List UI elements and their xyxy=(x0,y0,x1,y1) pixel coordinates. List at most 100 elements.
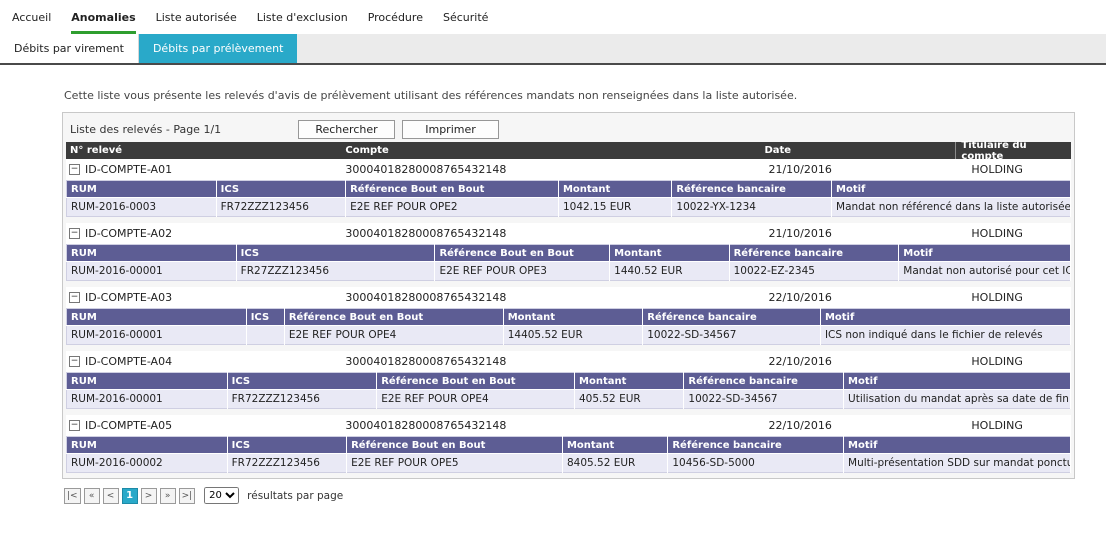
nav-item-liste-autorisee[interactable]: Liste autorisée xyxy=(156,11,237,34)
operation-row: RUM-2016-0003 FR72ZZZ123456 E2E REF POUR… xyxy=(67,198,1071,217)
subheader-montant: Montant xyxy=(575,373,684,390)
e2e-value: E2E REF POUR OPE4 xyxy=(377,390,575,409)
rum-value: RUM-2016-00001 xyxy=(67,326,247,345)
next-page-button[interactable]: > xyxy=(141,488,157,504)
operation-row: RUM-2016-00002 FR72ZZZ123456 E2E REF POU… xyxy=(67,454,1071,473)
nav-item-procedure[interactable]: Procédure xyxy=(368,11,423,34)
subheader-motif: Motif xyxy=(844,373,1071,390)
subheader-montant: Montant xyxy=(558,181,671,198)
ref-bancaire-value: 10022-SD-34567 xyxy=(684,390,844,409)
releve-group: − ID-COMPTE-A03 30004018280008765432148 … xyxy=(66,287,1071,345)
collapse-icon[interactable]: − xyxy=(69,228,80,239)
per-page-label: résultats par page xyxy=(247,490,343,502)
subheader-montant: Montant xyxy=(562,437,667,454)
motif-value: Mandat non référencé dans la liste autor… xyxy=(832,198,1071,217)
releves-panel: Liste des relevés - Page 1/1 Rechercher … xyxy=(62,112,1075,479)
montant-value: 405.52 EUR xyxy=(575,390,684,409)
subheader-ics: ICS xyxy=(227,373,377,390)
e2e-value: E2E REF POUR OPE3 xyxy=(435,262,610,281)
releve-group-row: − ID-COMPTE-A05 30004018280008765432148 … xyxy=(66,415,1071,436)
compte-value: 30004018280008765432148 xyxy=(345,355,764,368)
subtable-header-row: RUM ICS Référence Bout en Bout Montant R… xyxy=(67,181,1071,198)
operations-subtable: RUM ICS Référence Bout en Bout Montant R… xyxy=(66,308,1071,345)
nav-item-anomalies[interactable]: Anomalies xyxy=(71,11,135,34)
tab-debits-par-prelevement[interactable]: Débits par prélèvement xyxy=(139,34,297,63)
operation-row: RUM-2016-00001 FR27ZZZ123456 E2E REF POU… xyxy=(67,262,1071,281)
date-value: 22/10/2016 xyxy=(764,355,955,368)
releve-group: − ID-COMPTE-A05 30004018280008765432148 … xyxy=(66,415,1071,473)
fast-prev-page-button[interactable]: « xyxy=(84,488,100,504)
motif-value: ICS non indiqué dans le fichier de relev… xyxy=(820,326,1070,345)
subtable-header-row: RUM ICS Référence Bout en Bout Montant R… xyxy=(67,437,1071,454)
subtable-header-row: RUM ICS Référence Bout en Bout Montant R… xyxy=(67,373,1071,390)
search-button[interactable]: Rechercher xyxy=(298,120,395,139)
subheader-e2e: Référence Bout en Bout xyxy=(284,309,503,326)
collapse-icon[interactable]: − xyxy=(69,164,80,175)
releve-group: − ID-COMPTE-A01 30004018280008765432148 … xyxy=(66,159,1071,217)
montant-value: 8405.52 EUR xyxy=(562,454,667,473)
collapse-icon[interactable]: − xyxy=(69,292,80,303)
nav-item-securite[interactable]: Sécurité xyxy=(443,11,488,34)
tab-debits-par-virement[interactable]: Débits par virement xyxy=(0,34,139,63)
subheader-motif: Motif xyxy=(832,181,1071,198)
e2e-value: E2E REF POUR OPE5 xyxy=(347,454,563,473)
subheader-ics: ICS xyxy=(227,437,346,454)
subheader-ics: ICS xyxy=(246,309,284,326)
nav-item-liste-exclusion[interactable]: Liste d'exclusion xyxy=(257,11,348,34)
header-numero-releve: N° relevé xyxy=(66,142,345,159)
subheader-motif: Motif xyxy=(820,309,1070,326)
titulaire-value: HOLDING xyxy=(955,291,1071,304)
collapse-icon[interactable]: − xyxy=(69,420,80,431)
header-date: Date xyxy=(764,142,955,159)
results-per-page-select[interactable]: 20 xyxy=(204,487,239,504)
subheader-ref-bancaire: Référence bancaire xyxy=(729,245,899,262)
montant-value: 1440.52 EUR xyxy=(610,262,729,281)
first-page-button[interactable]: |< xyxy=(64,488,81,504)
compte-value: 30004018280008765432148 xyxy=(345,163,764,176)
collapse-icon[interactable]: − xyxy=(69,356,80,367)
releve-id: ID-COMPTE-A01 xyxy=(85,163,172,176)
subheader-e2e: Référence Bout en Bout xyxy=(347,437,563,454)
releve-group-row: − ID-COMPTE-A02 30004018280008765432148 … xyxy=(66,223,1071,244)
e2e-value: E2E REF POUR OPE4 xyxy=(284,326,503,345)
prev-page-button[interactable]: < xyxy=(103,488,119,504)
titulaire-value: HOLDING xyxy=(955,355,1071,368)
releve-group-row: − ID-COMPTE-A01 30004018280008765432148 … xyxy=(66,159,1071,180)
subheader-ics: ICS xyxy=(216,181,346,198)
subheader-e2e: Référence Bout en Bout xyxy=(377,373,575,390)
releves-table-header: N° relevé Compte Date Titulaire du compt… xyxy=(66,142,1071,159)
releve-group: − ID-COMPTE-A04 30004018280008765432148 … xyxy=(66,351,1071,409)
subtable-header-row: RUM ICS Référence Bout en Bout Montant R… xyxy=(67,245,1071,262)
operation-row: RUM-2016-00001 FR72ZZZ123456 E2E REF POU… xyxy=(67,390,1071,409)
list-title: Liste des relevés - Page 1/1 xyxy=(70,123,298,136)
ref-bancaire-value: 10022-SD-34567 xyxy=(643,326,821,345)
pagination: |< « < 1 > » >| 20 résultats par page xyxy=(64,487,1075,504)
fast-next-page-button[interactable]: » xyxy=(160,488,176,504)
operations-subtable: RUM ICS Référence Bout en Bout Montant R… xyxy=(66,244,1071,281)
last-page-button[interactable]: >| xyxy=(179,488,196,504)
subheader-ics: ICS xyxy=(236,245,435,262)
motif-value: Utilisation du mandat après sa date de f… xyxy=(844,390,1071,409)
date-value: 22/10/2016 xyxy=(764,291,955,304)
print-button[interactable]: Imprimer xyxy=(402,120,499,139)
releve-group: − ID-COMPTE-A02 30004018280008765432148 … xyxy=(66,223,1071,281)
titulaire-value: HOLDING xyxy=(955,163,1071,176)
nav-item-accueil[interactable]: Accueil xyxy=(12,11,51,34)
rum-value: RUM-2016-00001 xyxy=(67,262,237,281)
rum-value: RUM-2016-00001 xyxy=(67,390,228,409)
releve-id: ID-COMPTE-A02 xyxy=(85,227,172,240)
titulaire-value: HOLDING xyxy=(955,227,1071,240)
subheader-ref-bancaire: Référence bancaire xyxy=(668,437,844,454)
subheader-e2e: Référence Bout en Bout xyxy=(435,245,610,262)
ics-value xyxy=(246,326,284,345)
compte-value: 30004018280008765432148 xyxy=(345,291,764,304)
current-page-button[interactable]: 1 xyxy=(122,488,138,504)
subheader-ref-bancaire: Référence bancaire xyxy=(684,373,844,390)
date-value: 22/10/2016 xyxy=(764,419,955,432)
rum-value: RUM-2016-00002 xyxy=(67,454,228,473)
ics-value: FR72ZZZ123456 xyxy=(227,454,346,473)
motif-value: Mandat non autorisé pour cet ICS xyxy=(899,262,1071,281)
subheader-montant: Montant xyxy=(503,309,643,326)
operations-subtable: RUM ICS Référence Bout en Bout Montant R… xyxy=(66,372,1071,409)
operations-subtable: RUM ICS Référence Bout en Bout Montant R… xyxy=(66,180,1071,217)
